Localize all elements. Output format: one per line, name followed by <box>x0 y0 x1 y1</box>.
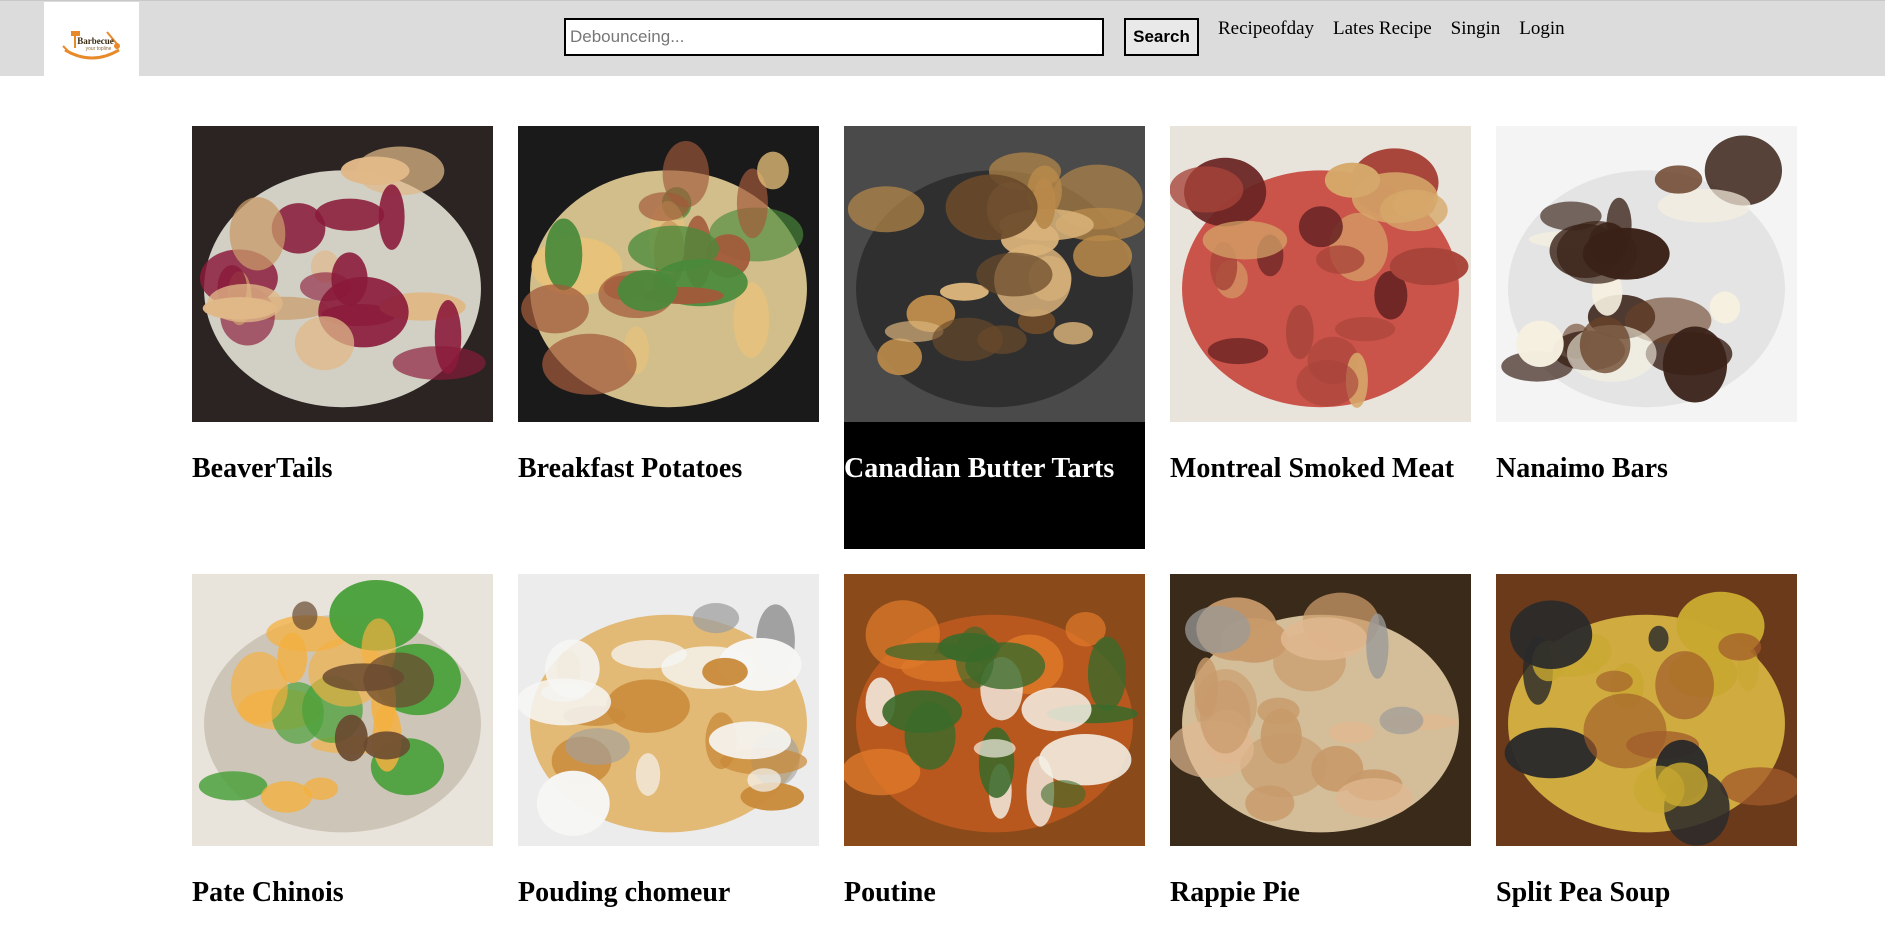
nav-link-login[interactable]: Login <box>1519 18 1564 40</box>
smoked-meat-photo[interactable] <box>1170 126 1471 422</box>
split-pea-soup-photo[interactable] <box>1496 574 1797 846</box>
logo-subtext: your topline <box>85 46 112 52</box>
recipe-card[interactable]: BeaverTails <box>192 126 493 486</box>
recipe-title[interactable]: Rappie Pie <box>1170 876 1471 910</box>
recipe-title[interactable]: Split Pea Soup <box>1496 876 1797 910</box>
recipe-title[interactable]: Pouding chomeur <box>518 876 819 910</box>
search-button[interactable]: Search <box>1124 18 1199 56</box>
pouding-chomeur-photo[interactable] <box>518 574 819 846</box>
recipe-title[interactable]: Pate Chinois <box>192 876 493 910</box>
rappie-pie-photo[interactable] <box>1170 574 1471 846</box>
recipe-card[interactable]: Breakfast Potatoes <box>518 126 819 486</box>
beavertails-photo[interactable] <box>192 126 493 422</box>
recipe-title[interactable]: Montreal Smoked Meat <box>1170 452 1471 486</box>
recipe-card[interactable]: Canadian Butter Tarts <box>844 126 1145 549</box>
nav-link-recipeofday[interactable]: Recipeofday <box>1218 18 1314 40</box>
recipe-card[interactable]: Split Pea Soup <box>1496 574 1797 910</box>
recipe-title[interactable]: BeaverTails <box>192 452 493 486</box>
pate-chinois-photo[interactable] <box>192 574 493 846</box>
recipe-title[interactable]: Canadian Butter Tarts <box>844 452 1145 486</box>
nav-links: Recipeofday Lates Recipe Singin Login <box>1218 18 1584 40</box>
recipe-card[interactable]: Montreal Smoked Meat <box>1170 126 1471 486</box>
recipe-card[interactable]: Pouding chomeur <box>518 574 819 910</box>
recipe-title[interactable]: Nanaimo Bars <box>1496 452 1797 486</box>
breakfast-potatoes-photo[interactable] <box>518 126 819 422</box>
nav-link-signin[interactable]: Singin <box>1451 18 1501 40</box>
recipe-card[interactable]: Poutine <box>844 574 1145 910</box>
recipe-title[interactable]: Breakfast Potatoes <box>518 452 819 486</box>
recipe-card[interactable]: Pate Chinois <box>192 574 493 910</box>
search-input[interactable] <box>564 18 1104 56</box>
recipe-title[interactable]: Poutine <box>844 876 1145 910</box>
recipe-card[interactable]: Rappie Pie <box>1170 574 1471 910</box>
logo-text: Barbecue <box>77 36 114 46</box>
poutine-photo[interactable] <box>844 574 1145 846</box>
recipe-card[interactable]: Nanaimo Bars <box>1496 126 1797 486</box>
nanaimo-bars-photo[interactable] <box>1496 126 1797 422</box>
butter-tarts-photo[interactable] <box>844 126 1145 422</box>
top-navbar: Barbecue your topline Search Recipeofday… <box>0 0 1885 76</box>
site-logo[interactable]: Barbecue your topline <box>44 2 139 76</box>
nav-link-latest-recipe[interactable]: Lates Recipe <box>1333 18 1432 40</box>
